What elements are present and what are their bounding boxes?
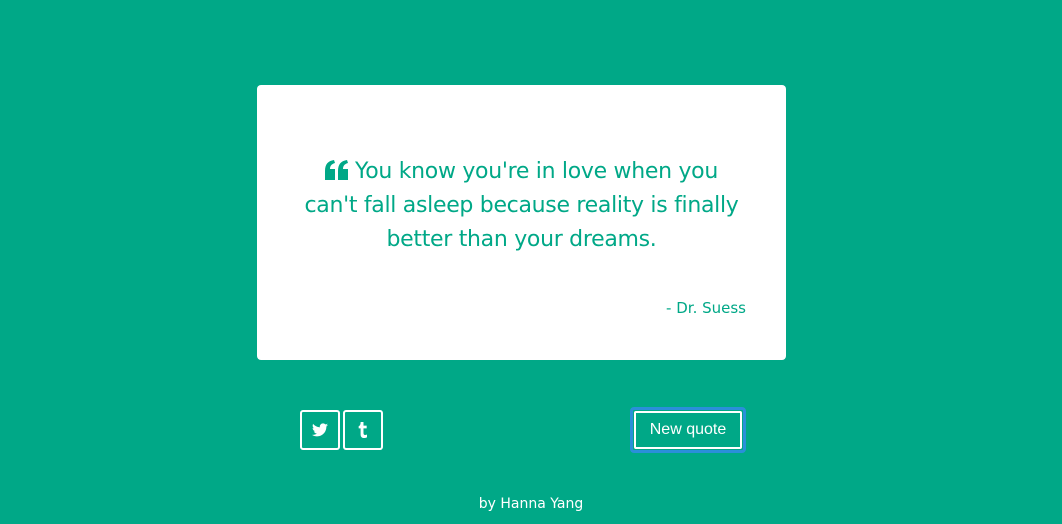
new-quote-button[interactable]: New quote	[630, 407, 746, 453]
quote-author: - Dr. Suess	[666, 299, 746, 317]
quote-card: You know you're in love when you can't f…	[257, 85, 786, 360]
tweet-button[interactable]	[300, 410, 340, 450]
quote-text-block: You know you're in love when you can't f…	[297, 155, 746, 257]
twitter-icon	[312, 423, 328, 437]
quote-left-icon	[324, 160, 349, 180]
footer-credit: by Hanna Yang	[478, 496, 584, 512]
tumblr-button[interactable]	[343, 410, 383, 450]
new-quote-label: New quote	[634, 411, 742, 449]
tumblr-icon	[358, 422, 368, 438]
page: You know you're in love when you can't f…	[0, 0, 1062, 524]
quote-text: You know you're in love when you can't f…	[304, 159, 739, 252]
